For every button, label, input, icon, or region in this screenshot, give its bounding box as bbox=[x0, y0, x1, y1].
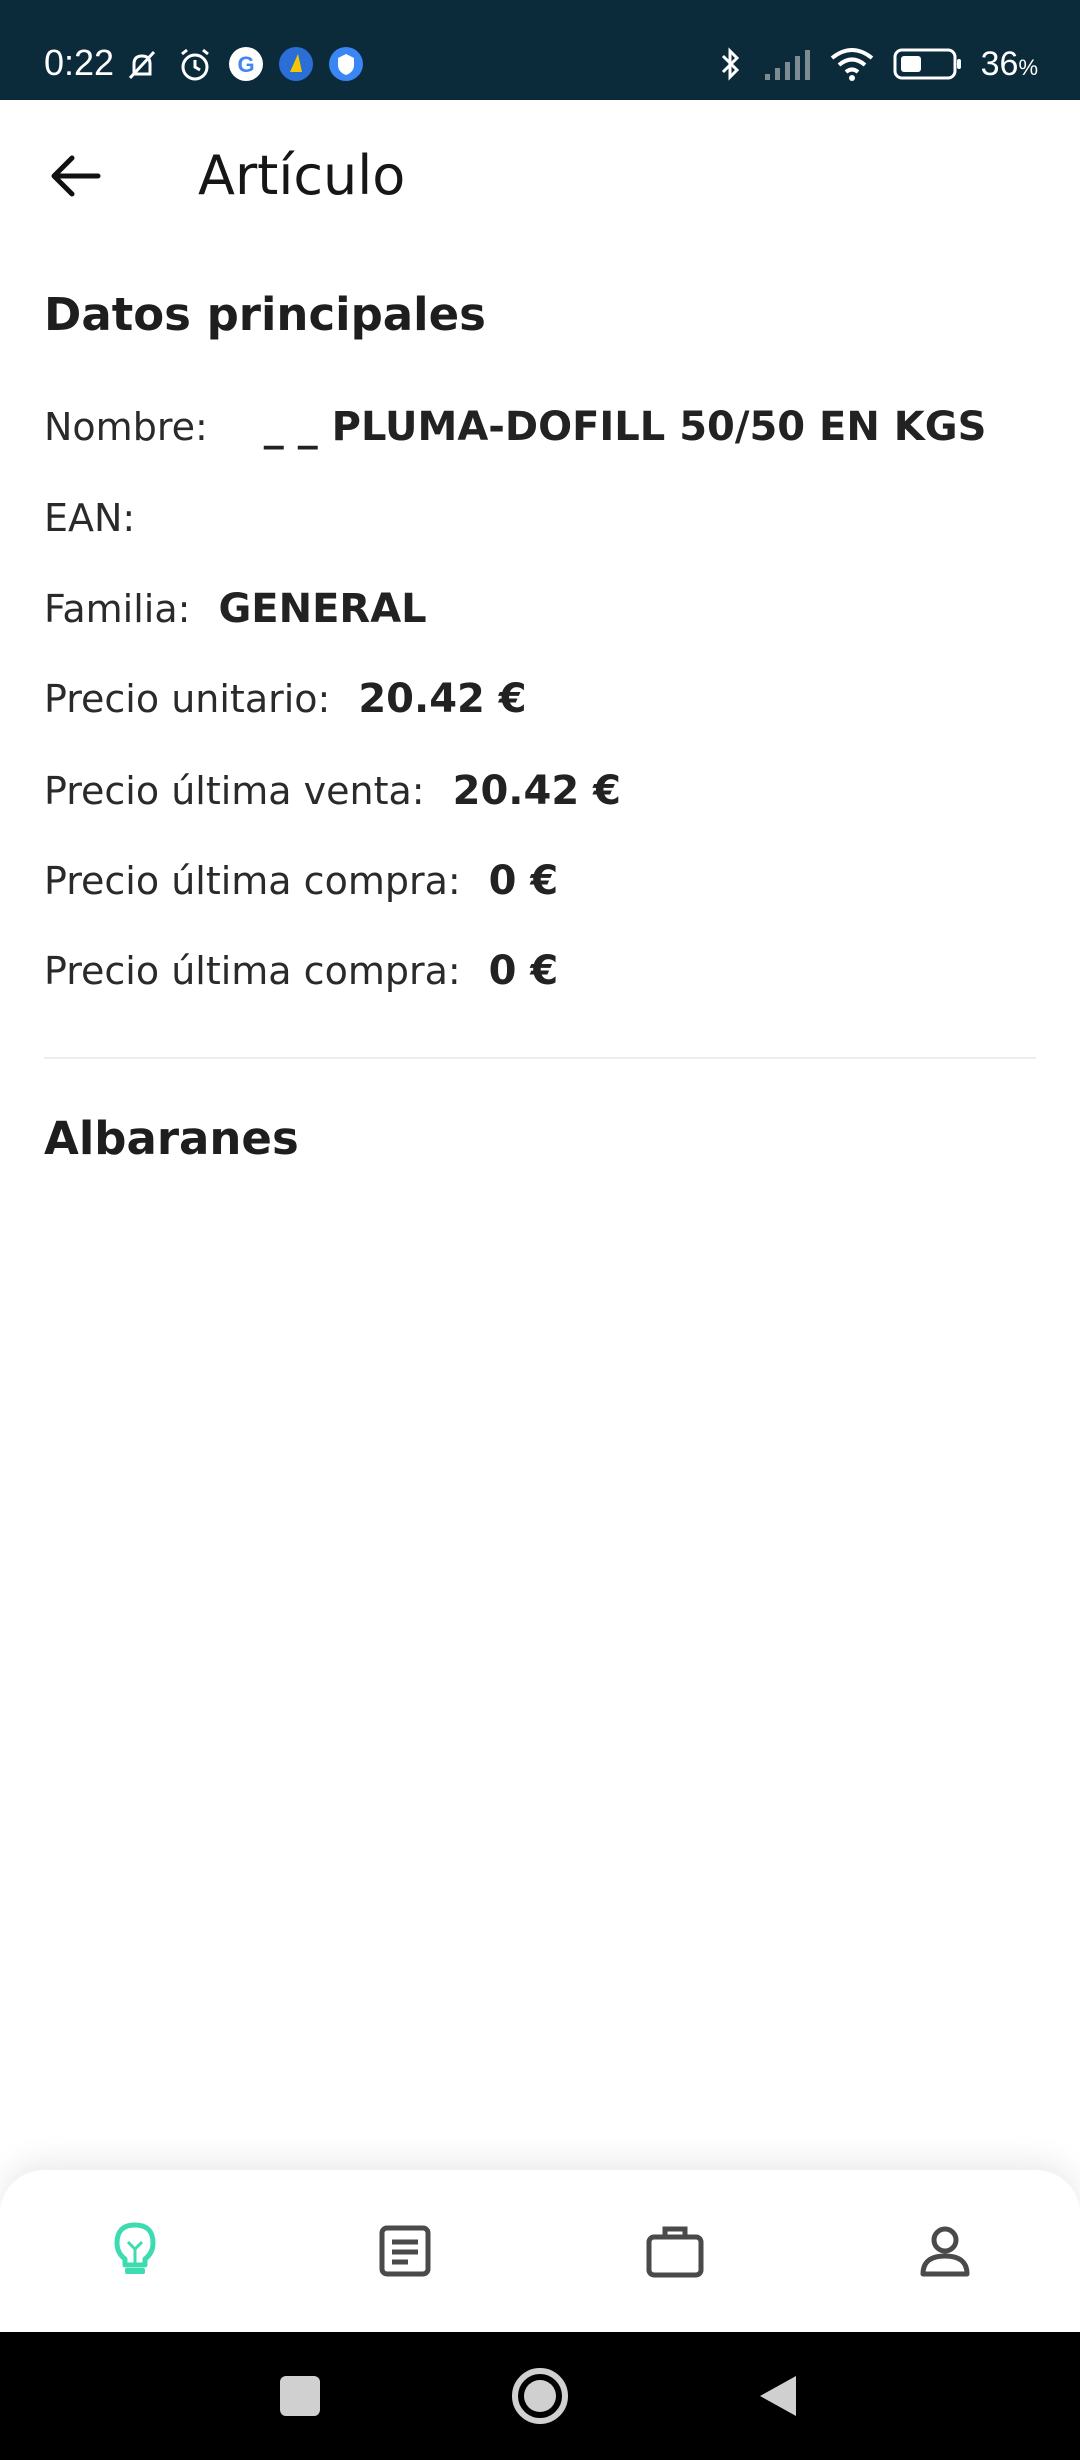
system-indicators: 36% bbox=[715, 44, 1038, 84]
field-value: 0 € bbox=[488, 858, 559, 904]
wifi-icon bbox=[830, 48, 873, 81]
app-notification-icon bbox=[279, 47, 313, 81]
nav-item-profile[interactable] bbox=[910, 2216, 980, 2286]
section-title-main-data: Datos principales bbox=[44, 288, 486, 341]
field-value: 0 € bbox=[488, 948, 559, 994]
battery-level: 36% bbox=[980, 44, 1038, 83]
back-nav-button[interactable] bbox=[748, 2366, 808, 2426]
triangle-back-icon bbox=[760, 2376, 796, 2416]
field-label: Precio última venta: bbox=[44, 769, 425, 813]
field-value: GENERAL bbox=[218, 586, 427, 632]
user-icon bbox=[920, 2226, 970, 2277]
muted-bell-icon bbox=[128, 50, 156, 80]
lightbulb-icon bbox=[114, 2222, 156, 2274]
nav-item-documents[interactable] bbox=[370, 2216, 440, 2286]
nav-item-briefcase[interactable] bbox=[640, 2216, 710, 2286]
notification-icons: G bbox=[122, 46, 364, 86]
circle-icon bbox=[512, 2368, 568, 2424]
square-icon bbox=[280, 2376, 320, 2416]
alarm-icon bbox=[181, 48, 209, 81]
field-label: Precio última compra: bbox=[44, 949, 461, 993]
signal-icon bbox=[764, 50, 810, 80]
recent-apps-button[interactable] bbox=[270, 2366, 330, 2426]
field-row-name: Nombre: _ _ PLUMA-DOFILL 50/50 EN KGS bbox=[44, 404, 986, 450]
field-row-ean: EAN: bbox=[44, 496, 163, 540]
arrow-left-icon bbox=[51, 155, 101, 197]
field-row-last-sale-price: Precio última venta: 20.42 € bbox=[44, 768, 621, 814]
field-label: Precio última compra: bbox=[44, 859, 461, 903]
section-divider bbox=[44, 1057, 1036, 1059]
svg-text:G: G bbox=[237, 52, 254, 77]
bottom-navigation bbox=[0, 2170, 1080, 2332]
field-label: EAN: bbox=[44, 496, 136, 540]
app-header: Artículo bbox=[0, 100, 1080, 256]
system-navigation-bar bbox=[0, 2332, 1080, 2460]
google-icon: G bbox=[229, 47, 263, 81]
field-value: 20.42 € bbox=[358, 676, 527, 722]
field-label: Familia: bbox=[44, 587, 191, 631]
nav-item-ideas[interactable] bbox=[100, 2216, 170, 2286]
field-value: _ _ PLUMA-DOFILL 50/50 EN KGS bbox=[263, 404, 987, 450]
back-button[interactable] bbox=[44, 144, 108, 208]
field-row-last-purchase-price-2: Precio última compra: 0 € bbox=[44, 948, 558, 994]
field-row-last-purchase-price: Precio última compra: 0 € bbox=[44, 858, 558, 904]
security-app-icon bbox=[329, 47, 363, 81]
field-value: 20.42 € bbox=[452, 768, 621, 814]
status-time: 0:22 bbox=[44, 42, 115, 83]
field-label: Nombre: bbox=[44, 405, 208, 449]
page-title: Artículo bbox=[198, 144, 406, 207]
field-label: Precio unitario: bbox=[44, 677, 331, 721]
section-title-delivery-notes: Albaranes bbox=[44, 1112, 299, 1165]
field-row-family: Familia: GENERAL bbox=[44, 586, 427, 632]
home-button[interactable] bbox=[510, 2366, 570, 2426]
battery-icon bbox=[893, 48, 961, 80]
field-row-unit-price: Precio unitario: 20.42 € bbox=[44, 676, 527, 722]
app-screen: 0:22 G 36% Artículo Datos principales No… bbox=[0, 0, 1080, 2460]
document-icon bbox=[379, 2225, 431, 2277]
briefcase-icon bbox=[646, 2226, 704, 2278]
status-bar: 0:22 G 36% bbox=[0, 0, 1080, 100]
bluetooth-icon bbox=[721, 47, 739, 81]
